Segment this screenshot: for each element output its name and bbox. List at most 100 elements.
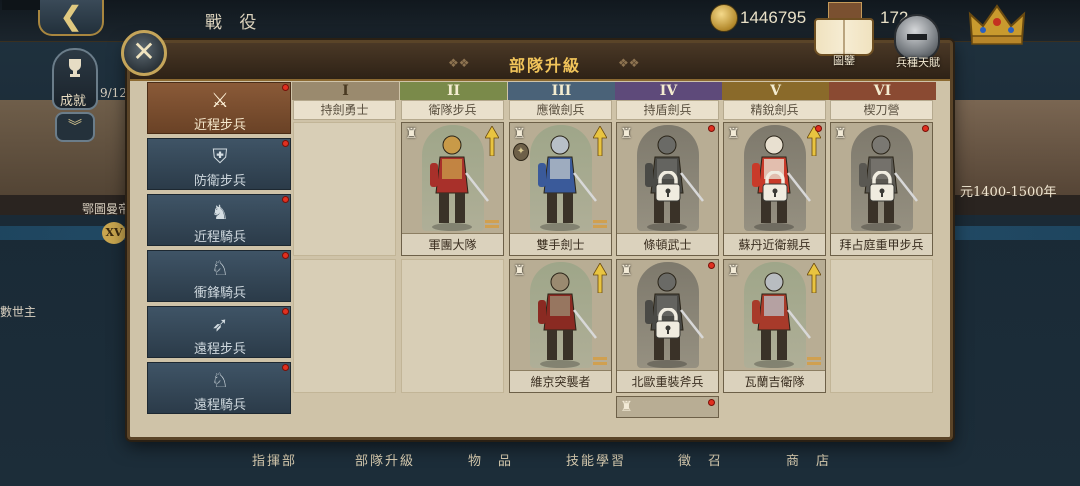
tower-icon: ♜: [513, 263, 526, 279]
unit-card[interactable]: ♜ 北歐重裝斧兵: [616, 259, 719, 393]
nav-recruit[interactable]: 徵 召: [678, 450, 723, 469]
nav-items[interactable]: 物 品: [468, 450, 513, 469]
medal-icon: ✦: [513, 143, 529, 161]
right-stage-label: 元1400-1500年: [960, 185, 1057, 200]
grid-slot: [830, 259, 933, 393]
notification-dot: [282, 140, 289, 147]
notification-dot: [708, 399, 715, 406]
tower-icon: ♜: [834, 126, 847, 142]
lock-icon: [762, 171, 788, 202]
left-stage-progress: 9/12: [100, 86, 127, 100]
sidebar-item[interactable]: ➶ 遠程步兵: [147, 306, 291, 358]
sidebar-item-label: 衝鋒騎兵: [193, 286, 246, 301]
gold-coin-icon: [710, 4, 738, 32]
codex-button[interactable]: 圖鑒: [808, 18, 880, 68]
sidebar-item[interactable]: ⚔ 近程步兵: [147, 82, 291, 134]
tier-tab: III: [508, 82, 615, 100]
nav-unit-upgrade[interactable]: 部隊升級: [355, 450, 415, 469]
previous-unit-card[interactable]: 持劍勇士: [293, 100, 396, 120]
previous-unit-card[interactable]: 持盾劍兵: [616, 100, 719, 120]
achievement-label: 成就: [60, 94, 87, 109]
unit-talent-button[interactable]: 兵種天賦: [884, 14, 952, 72]
unit-name: 北歐重裝斧兵: [617, 370, 718, 392]
unit-card[interactable]: ♜ 軍團大隊: [401, 122, 504, 256]
tower-icon: ♜: [620, 399, 633, 415]
tower-icon: ♜: [405, 126, 418, 142]
close-button[interactable]: ✕: [121, 30, 167, 76]
tower-icon: ♜: [620, 126, 633, 142]
back-button[interactable]: ❮: [2, 0, 104, 36]
bow-icon: ➶: [211, 312, 229, 336]
unit-card[interactable]: ♜ ✦ 雙手劍士: [509, 122, 612, 256]
rank-chevron-icon: [593, 357, 607, 365]
talent-label: 兵種天賦: [896, 56, 940, 69]
horse-archer-icon: ♘: [211, 368, 229, 392]
upgrade-arrow-icon: [593, 263, 607, 293]
notification-dot: [282, 252, 289, 259]
tier-tab: VI: [829, 82, 936, 100]
unit-name: 維京突襲者: [510, 370, 611, 392]
unit-name: 拜占庭重甲步兵: [831, 233, 932, 255]
tier-tab: II: [400, 82, 507, 100]
sidebar-item[interactable]: ⛨ 防衛步兵: [147, 138, 291, 190]
previous-unit-card[interactable]: 精銳劍兵: [723, 100, 826, 120]
notification-dot: [282, 84, 289, 91]
horse-icon: ♞: [211, 200, 229, 224]
unit-name: 蘇丹近衛親兵: [724, 233, 825, 255]
stage-badge: XV: [102, 222, 126, 244]
sidebar-item-label: 防衛步兵: [193, 174, 246, 189]
unit-card[interactable]: ♜ 拜占庭重甲步兵: [830, 122, 933, 256]
tier-tab: I: [292, 82, 399, 100]
previous-unit-card[interactable]: 楔刀營: [830, 100, 933, 120]
tower-icon: ♜: [513, 126, 526, 142]
unit-card[interactable]: ♜ 蘇丹近衛親兵: [723, 122, 826, 256]
unit-name: 軍團大隊: [402, 233, 503, 255]
ornament-icon: ❖❖: [618, 56, 640, 70]
book-icon: [814, 18, 874, 56]
rank-chevron-icon: [485, 220, 499, 228]
sidebar-item-label: 遠程騎兵: [193, 398, 246, 413]
sidebar-item-label: 遠程步兵: [193, 342, 246, 357]
notification-dot: [282, 308, 289, 315]
trophy-icon: [69, 59, 81, 77]
unit-card[interactable]: ♜: [616, 396, 719, 418]
previous-unit-card[interactable]: 衛隊步兵: [401, 100, 504, 120]
tier-tab: IV: [615, 82, 722, 100]
unit-card[interactable]: ♜ 維京突襲者: [509, 259, 612, 393]
rank-chevron-icon: [593, 220, 607, 228]
unit-category-sidebar: ⚔ 近程步兵 ⛨ 防衛步兵 ♞ 近程騎兵 ♘ 衝鋒騎兵 ➶ 遠程步兵 ♘ 遠程騎兵: [147, 82, 291, 414]
sidebar-item-label: 近程騎兵: [193, 230, 246, 245]
upgrade-arrow-icon: [807, 263, 821, 293]
sidebar-item[interactable]: ♘ 遠程騎兵: [147, 362, 291, 414]
nav-skills[interactable]: 技能學習: [566, 450, 626, 469]
expand-button[interactable]: ︾: [55, 112, 95, 142]
ruler-label: 數世主: [0, 305, 37, 319]
grid-slot: [401, 259, 504, 393]
notification-dot: [708, 125, 715, 132]
upgrade-arrow-icon: [593, 126, 607, 156]
previous-unit-card[interactable]: 應徵劍兵: [509, 100, 612, 120]
grid-slot: [293, 259, 396, 393]
tower-icon: ♜: [727, 126, 740, 142]
unit-card[interactable]: ♜ 瓦蘭吉衛隊: [723, 259, 826, 393]
grid-slot: [293, 122, 396, 256]
left-stage-label: 鄂圖曼帝: [82, 202, 131, 216]
lock-icon: [655, 308, 681, 339]
sidebar-item[interactable]: ♘ 衝鋒騎兵: [147, 250, 291, 302]
bottom-nav: 指揮部 部隊升級 物 品 技能學習 徵 召 商 店: [200, 438, 880, 486]
crown-icon[interactable]: [966, 0, 1028, 48]
nav-shop[interactable]: 商 店: [786, 450, 831, 469]
nav-command[interactable]: 指揮部: [252, 450, 297, 469]
unit-name: 雙手劍士: [510, 233, 611, 255]
tier-tab: V: [722, 82, 829, 100]
unit-card[interactable]: ♜ 條頓武士: [616, 122, 719, 256]
lock-icon: [869, 171, 895, 202]
chevron-down-icon: ︾: [68, 119, 82, 135]
notification-dot: [815, 125, 822, 132]
upgrade-arrow-icon: [485, 126, 499, 156]
notification-dot: [282, 196, 289, 203]
sidebar-item[interactable]: ♞ 近程騎兵: [147, 194, 291, 246]
sidebar-item-label: 近程步兵: [193, 118, 246, 133]
back-arrow-icon: ❮: [60, 2, 82, 32]
unit-name: 條頓武士: [617, 233, 718, 255]
